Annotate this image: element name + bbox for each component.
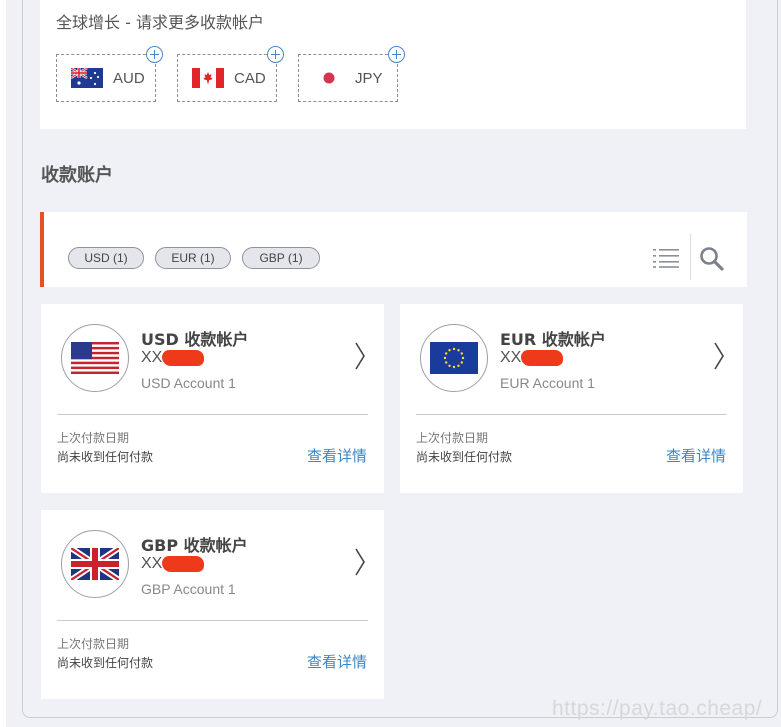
redaction-mark <box>162 350 204 366</box>
currency-code: AUD <box>113 69 145 87</box>
card-divider <box>416 414 727 415</box>
redaction-mark <box>162 556 204 572</box>
filter-eur[interactable]: EUR (1) <box>155 247 231 269</box>
account-name: GBP Account 1 <box>141 581 236 597</box>
usd-account-card[interactable]: USD 收款帐户 XX- USD Account 1 上次付款日期 尚未收到任何… <box>41 304 384 493</box>
left-edge <box>0 0 6 727</box>
japan-flag-icon <box>313 68 345 88</box>
plus-circle-icon[interactable] <box>388 46 405 63</box>
australia-flag-icon <box>71 68 103 88</box>
global-growth-panel: 全球增长 - 请求更多收款帐户 AUD CAD JPY <box>40 0 746 129</box>
view-details-link[interactable]: 查看详情 <box>307 651 367 672</box>
list-view-icon[interactable] <box>653 248 679 268</box>
account-name: USD Account 1 <box>141 375 236 391</box>
account-name: EUR Account 1 <box>500 375 595 391</box>
account-title: GBP 收款帐户 <box>141 536 248 555</box>
request-aud-account-button[interactable]: AUD <box>56 46 163 102</box>
us-flag-icon <box>61 324 129 392</box>
growth-title: 全球增长 - 请求更多收款帐户 <box>56 13 264 32</box>
chevron-right-icon[interactable] <box>354 342 366 370</box>
last-payment-label: 上次付款日期 <box>57 637 130 651</box>
currency-code: CAD <box>234 69 266 87</box>
filter-gbp[interactable]: GBP (1) <box>242 247 320 269</box>
canada-flag-icon <box>192 68 224 88</box>
watermark: https://pay.tao.cheap/ <box>552 697 763 720</box>
currency-code: JPY <box>355 69 383 87</box>
uk-flag-icon <box>61 530 129 598</box>
plus-circle-icon[interactable] <box>146 46 163 63</box>
card-divider <box>57 414 368 415</box>
last-payment-value: 尚未收到任何付款 <box>57 656 154 670</box>
gbp-account-card[interactable]: GBP 收款帐户 XX- GBP Account 1 上次付款日期 尚未收到任何… <box>41 510 384 699</box>
account-title: EUR 收款帐户 <box>500 330 606 349</box>
last-payment-value: 尚未收到任何付款 <box>416 450 513 464</box>
card-divider <box>57 620 368 621</box>
last-payment-label: 上次付款日期 <box>416 431 489 445</box>
chevron-right-icon[interactable] <box>354 548 366 576</box>
section-title: 收款账户 <box>41 165 113 186</box>
filter-usd[interactable]: USD (1) <box>68 247 144 269</box>
plus-circle-icon[interactable] <box>267 46 284 63</box>
redaction-mark <box>521 350 563 366</box>
chevron-right-icon[interactable] <box>713 342 725 370</box>
view-details-link[interactable]: 查看详情 <box>307 445 367 466</box>
eur-account-card[interactable]: EUR 收款帐户 XX- EUR Account 1 上次付款日期 尚未收到任何… <box>400 304 743 493</box>
account-title: USD 收款帐户 <box>141 330 249 349</box>
last-payment-label: 上次付款日期 <box>57 431 130 445</box>
search-icon[interactable] <box>699 246 725 272</box>
view-details-link[interactable]: 查看详情 <box>666 445 726 466</box>
eu-flag-icon <box>420 324 488 392</box>
request-jpy-account-button[interactable]: JPY <box>298 46 405 102</box>
toolbar-divider <box>690 234 691 280</box>
last-payment-value: 尚未收到任何付款 <box>57 450 154 464</box>
request-cad-account-button[interactable]: CAD <box>177 46 284 102</box>
account-filter-bar: USD (1) EUR (1) GBP (1) <box>40 212 747 287</box>
